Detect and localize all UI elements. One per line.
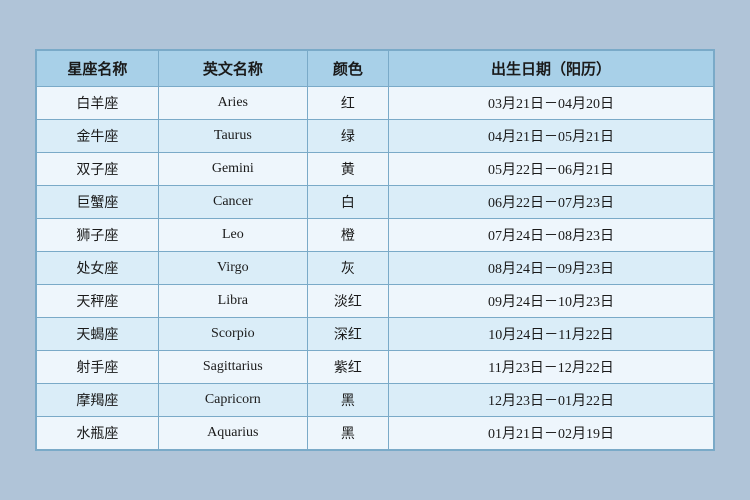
cell-date: 08月24日－09月23日 xyxy=(389,252,714,285)
cell-date: 10月24日－11月22日 xyxy=(389,318,714,351)
cell-english: Aries xyxy=(158,87,307,120)
cell-chinese: 射手座 xyxy=(37,351,159,384)
cell-date: 04月21日－05月21日 xyxy=(389,120,714,153)
cell-color: 橙 xyxy=(307,219,388,252)
header-chinese: 星座名称 xyxy=(37,51,159,87)
cell-color: 深红 xyxy=(307,318,388,351)
zodiac-table: 星座名称 英文名称 颜色 出生日期（阳历） 白羊座Aries红03月21日－04… xyxy=(36,50,714,450)
table-row: 天蝎座Scorpio深红10月24日－11月22日 xyxy=(37,318,714,351)
cell-date: 12月23日－01月22日 xyxy=(389,384,714,417)
header-date: 出生日期（阳历） xyxy=(389,51,714,87)
table-row: 双子座Gemini黄05月22日－06月21日 xyxy=(37,153,714,186)
cell-color: 黄 xyxy=(307,153,388,186)
cell-chinese: 金牛座 xyxy=(37,120,159,153)
cell-chinese: 白羊座 xyxy=(37,87,159,120)
table-row: 狮子座Leo橙07月24日－08月23日 xyxy=(37,219,714,252)
cell-color: 黑 xyxy=(307,417,388,450)
cell-chinese: 水瓶座 xyxy=(37,417,159,450)
table-header-row: 星座名称 英文名称 颜色 出生日期（阳历） xyxy=(37,51,714,87)
table-row: 天秤座Libra淡红09月24日－10月23日 xyxy=(37,285,714,318)
cell-english: Scorpio xyxy=(158,318,307,351)
cell-chinese: 巨蟹座 xyxy=(37,186,159,219)
cell-english: Virgo xyxy=(158,252,307,285)
cell-color: 白 xyxy=(307,186,388,219)
cell-date: 07月24日－08月23日 xyxy=(389,219,714,252)
table-row: 水瓶座Aquarius黑01月21日－02月19日 xyxy=(37,417,714,450)
cell-english: Capricorn xyxy=(158,384,307,417)
cell-chinese: 处女座 xyxy=(37,252,159,285)
cell-color: 紫红 xyxy=(307,351,388,384)
zodiac-table-container: 星座名称 英文名称 颜色 出生日期（阳历） 白羊座Aries红03月21日－04… xyxy=(35,49,715,451)
cell-chinese: 天秤座 xyxy=(37,285,159,318)
table-row: 白羊座Aries红03月21日－04月20日 xyxy=(37,87,714,120)
table-row: 金牛座Taurus绿04月21日－05月21日 xyxy=(37,120,714,153)
table-row: 射手座Sagittarius紫红11月23日－12月22日 xyxy=(37,351,714,384)
cell-color: 淡红 xyxy=(307,285,388,318)
cell-english: Sagittarius xyxy=(158,351,307,384)
cell-english: Aquarius xyxy=(158,417,307,450)
table-body: 白羊座Aries红03月21日－04月20日金牛座Taurus绿04月21日－0… xyxy=(37,87,714,450)
cell-english: Libra xyxy=(158,285,307,318)
cell-chinese: 摩羯座 xyxy=(37,384,159,417)
cell-chinese: 双子座 xyxy=(37,153,159,186)
cell-date: 06月22日－07月23日 xyxy=(389,186,714,219)
cell-english: Gemini xyxy=(158,153,307,186)
header-english: 英文名称 xyxy=(158,51,307,87)
cell-english: Taurus xyxy=(158,120,307,153)
cell-color: 黑 xyxy=(307,384,388,417)
cell-chinese: 天蝎座 xyxy=(37,318,159,351)
cell-date: 09月24日－10月23日 xyxy=(389,285,714,318)
cell-english: Leo xyxy=(158,219,307,252)
header-color: 颜色 xyxy=(307,51,388,87)
cell-date: 11月23日－12月22日 xyxy=(389,351,714,384)
cell-date: 01月21日－02月19日 xyxy=(389,417,714,450)
cell-english: Cancer xyxy=(158,186,307,219)
table-row: 摩羯座Capricorn黑12月23日－01月22日 xyxy=(37,384,714,417)
cell-chinese: 狮子座 xyxy=(37,219,159,252)
table-row: 处女座Virgo灰08月24日－09月23日 xyxy=(37,252,714,285)
cell-color: 红 xyxy=(307,87,388,120)
cell-color: 灰 xyxy=(307,252,388,285)
table-row: 巨蟹座Cancer白06月22日－07月23日 xyxy=(37,186,714,219)
cell-date: 03月21日－04月20日 xyxy=(389,87,714,120)
cell-date: 05月22日－06月21日 xyxy=(389,153,714,186)
cell-color: 绿 xyxy=(307,120,388,153)
